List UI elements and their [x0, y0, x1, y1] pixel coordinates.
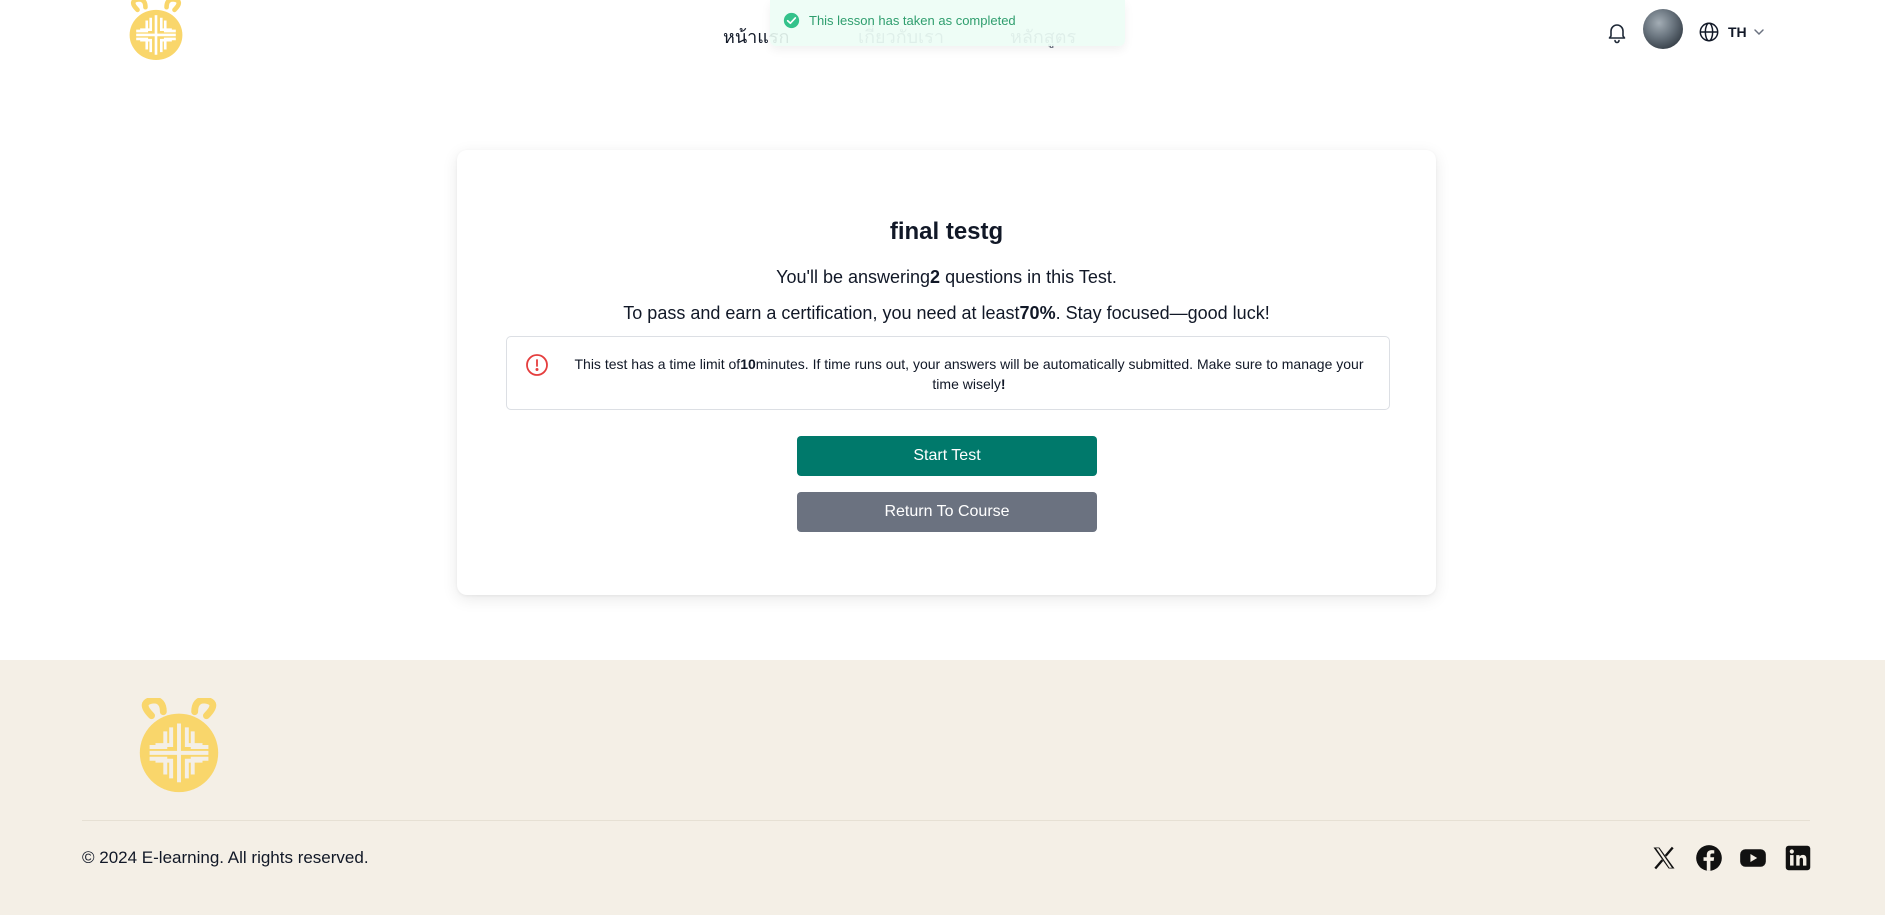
page-footer: © 2024 E-learning. All rights reserved.	[0, 660, 1885, 915]
linkedin-social-link[interactable]	[1784, 844, 1812, 872]
test-intro-card: final testg You'll be answering2 questio…	[457, 150, 1436, 595]
user-avatar[interactable]	[1643, 9, 1683, 49]
check-circle-icon	[783, 12, 800, 29]
globe-icon	[1699, 22, 1719, 42]
start-test-button[interactable]: Start Test	[797, 436, 1097, 476]
footer-logo-icon[interactable]	[130, 698, 228, 796]
toast-message: This lesson has taken as completed	[809, 13, 1016, 28]
youtube-social-link[interactable]	[1739, 844, 1767, 872]
copyright-text: © 2024 E-learning. All rights reserved.	[82, 848, 369, 867]
notice-suffix: minutes. If time runs out, your answers …	[755, 356, 1364, 392]
x-icon	[1653, 846, 1675, 870]
answer-suffix: questions in this Test.	[940, 267, 1117, 287]
facebook-icon	[1696, 845, 1722, 871]
language-code: TH	[1728, 24, 1747, 40]
x-social-link[interactable]	[1650, 844, 1678, 872]
test-title: final testg	[889, 218, 1004, 245]
pass-suffix: . Stay focused—good luck!	[1055, 303, 1270, 323]
return-to-course-button[interactable]: Return To Course	[797, 492, 1097, 532]
pass-prefix: To pass and earn a certification, you ne…	[623, 303, 1020, 323]
bell-icon[interactable]	[1605, 20, 1629, 44]
alert-circle-icon	[526, 354, 548, 376]
pass-requirement-text: To pass and earn a certification, you ne…	[457, 303, 1436, 324]
notice-prefix: This test has a time limit of	[574, 356, 741, 372]
notice-end: !	[1000, 376, 1006, 392]
footer-divider	[82, 820, 1810, 821]
facebook-social-link[interactable]	[1695, 844, 1723, 872]
time-limit-notice: This test has a time limit of10minutes. …	[506, 336, 1390, 410]
time-limit-text: This test has a time limit of10minutes. …	[565, 354, 1373, 394]
answer-prefix: You'll be answering	[776, 267, 931, 287]
linkedin-icon	[1785, 845, 1811, 871]
completion-toast: This lesson has taken as completed	[770, 0, 1125, 46]
pass-percent: 70%	[1019, 303, 1056, 323]
youtube-icon	[1740, 849, 1766, 867]
top-header: หน้าแรก เกี่ยวกับเรา หลักสูตร This lesso…	[0, 0, 1885, 72]
question-count-text: You'll be answering2 questions in this T…	[457, 267, 1436, 288]
question-count: 2	[930, 267, 941, 287]
notice-minutes: 10	[740, 356, 756, 372]
chevron-down-icon	[1754, 29, 1764, 36]
